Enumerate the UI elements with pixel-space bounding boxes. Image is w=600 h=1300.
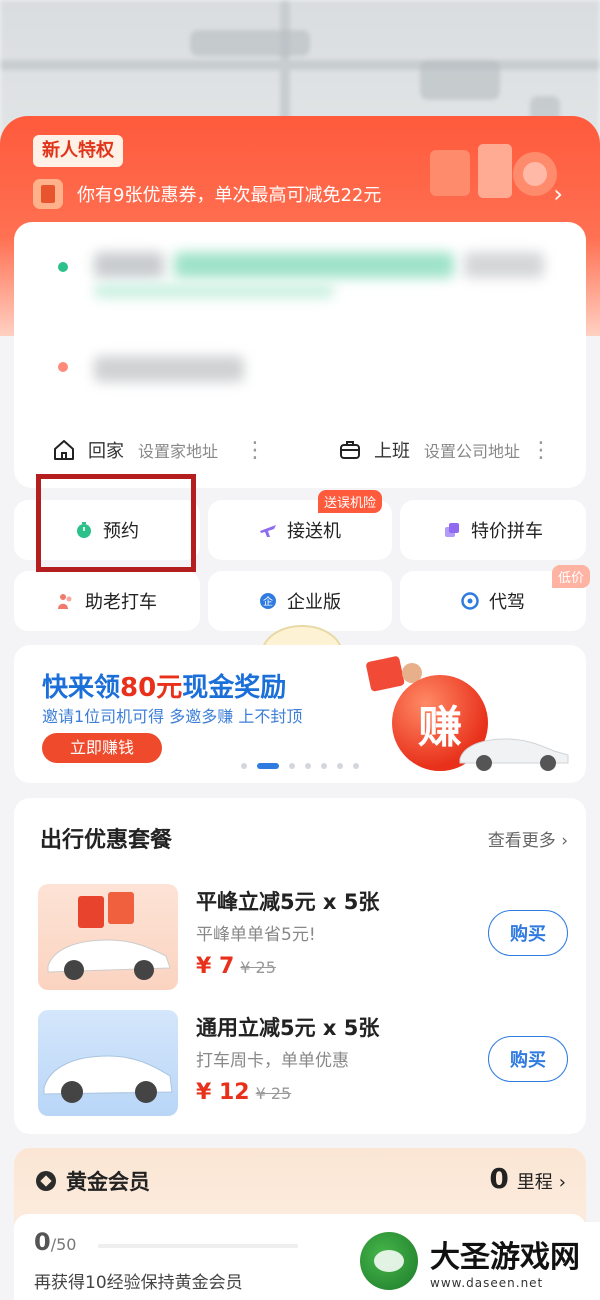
carpool-icon (445, 523, 459, 537)
earn-money-button[interactable]: 立即赚钱 (42, 733, 162, 763)
service-designated-driver[interactable]: 低价 代驾 (400, 565, 590, 631)
service-airport[interactable]: 送误机险 接送机 (208, 490, 392, 560)
home-icon (54, 440, 74, 460)
buy-button[interactable]: 购买 (488, 1036, 568, 1082)
destination-dot-icon (58, 362, 68, 372)
people-icon (58, 594, 72, 609)
package-price: ¥ 7 ¥ 25 (196, 954, 276, 979)
shortcut-home-sub: 设置家地址 (138, 442, 219, 461)
watermark: 大圣游戏网 www.daseen.net (352, 1222, 600, 1300)
service-label: 接送机 (287, 521, 341, 542)
coupon-icon (33, 179, 63, 209)
carousel-dots (14, 763, 586, 769)
insurance-badge: 送误机险 (317, 490, 382, 513)
briefcase-icon (340, 441, 360, 459)
address-shortcuts: 回家 设置家地址 ⋮ 上班 设置公司地址 ⋮ (14, 425, 586, 475)
watermark-name: 大圣游戏网 (430, 1240, 580, 1275)
highlight-annotation-box (36, 474, 196, 572)
package-image (38, 884, 178, 990)
mileage[interactable]: 0 里程 › (489, 1162, 566, 1195)
chevron-right-icon: › (558, 1172, 566, 1193)
more-vertical-icon[interactable]: ⋮ (244, 438, 266, 463)
buy-button[interactable]: 购买 (488, 910, 568, 956)
watermark-url: www.daseen.net (430, 1276, 544, 1290)
shortcut-work-sub: 设置公司地址 (424, 442, 521, 461)
package-name: 通用立减5元 x 5张 (196, 1016, 380, 1040)
banner-subtitle: 邀请1位司机可得 多邀多赚 上不封顶 (42, 707, 303, 726)
package-item: 平峰立减5元 x 5张 平峰单单省5元! ¥ 7 ¥ 25 购买 (38, 884, 568, 990)
invite-banner[interactable]: 快来领80元现金奖励 邀请1位司机可得 多邀多赚 上不封顶 立即赚钱 赚 (14, 645, 586, 783)
service-carpool[interactable]: 特价拼车 (400, 500, 586, 560)
chevron-right-icon: › (561, 831, 568, 851)
shortcut-work[interactable]: 上班 设置公司地址 ⋮ (300, 437, 586, 463)
package-image (38, 1010, 178, 1116)
chevron-right-icon: › (553, 180, 563, 208)
steering-wheel-icon (461, 592, 479, 610)
mileage-value: 0 (489, 1162, 509, 1195)
package-desc: 平峰单单省5元! (196, 925, 316, 945)
gold-progress: 0/50 (34, 1228, 77, 1256)
destination-row[interactable] (54, 340, 546, 396)
package-desc: 打车周卡，单单优惠 (196, 1051, 349, 1071)
service-label: 特价拼车 (471, 521, 543, 542)
package-price: ¥ 12 ¥ 25 (196, 1080, 292, 1105)
mileage-unit: 里程 (516, 1172, 553, 1193)
see-more-link[interactable]: 查看更多 › (488, 826, 568, 851)
coupon-text: 你有9张优惠券，单次最高可减免22元 (77, 185, 382, 206)
gold-note: 再获得10经验保持黄金会员 (34, 1273, 243, 1293)
shortcut-work-label: 上班 (374, 441, 410, 462)
pickup-row[interactable] (54, 240, 546, 298)
gold-title: 黄金会员 (36, 1166, 150, 1196)
watermark-logo-icon (360, 1232, 418, 1290)
service-elderly[interactable]: 助老打车 (14, 571, 200, 631)
new-user-tag: 新人特权 (33, 135, 123, 167)
service-label: 代驾 (489, 592, 525, 613)
package-name: 平峰立减5元 x 5张 (196, 890, 380, 914)
shortcut-home-label: 回家 (88, 441, 124, 462)
diamond-icon (36, 1171, 56, 1191)
travel-packages-card: 出行优惠套餐 查看更多 › 平峰立减5元 x 5张 平峰单单省5元! ¥ 7 ¥ … (14, 798, 586, 1134)
banner-title: 快来领80元现金奖励 (42, 673, 287, 703)
airplane-icon (260, 525, 276, 537)
coupon-notice[interactable]: 你有9张优惠券，单次最高可减免22元 › (33, 178, 573, 210)
low-price-badge: 低价 (551, 565, 590, 588)
section-title: 出行优惠套餐 (40, 828, 173, 853)
package-item: 通用立减5元 x 5张 打车周卡，单单优惠 ¥ 12 ¥ 25 购买 (38, 1010, 568, 1116)
pickup-dot-icon (58, 262, 68, 272)
progress-bar (98, 1244, 298, 1248)
more-vertical-icon[interactable]: ⋮ (530, 438, 552, 463)
shortcut-home[interactable]: 回家 设置家地址 ⋮ (14, 437, 300, 463)
service-label: 助老打车 (85, 592, 157, 613)
